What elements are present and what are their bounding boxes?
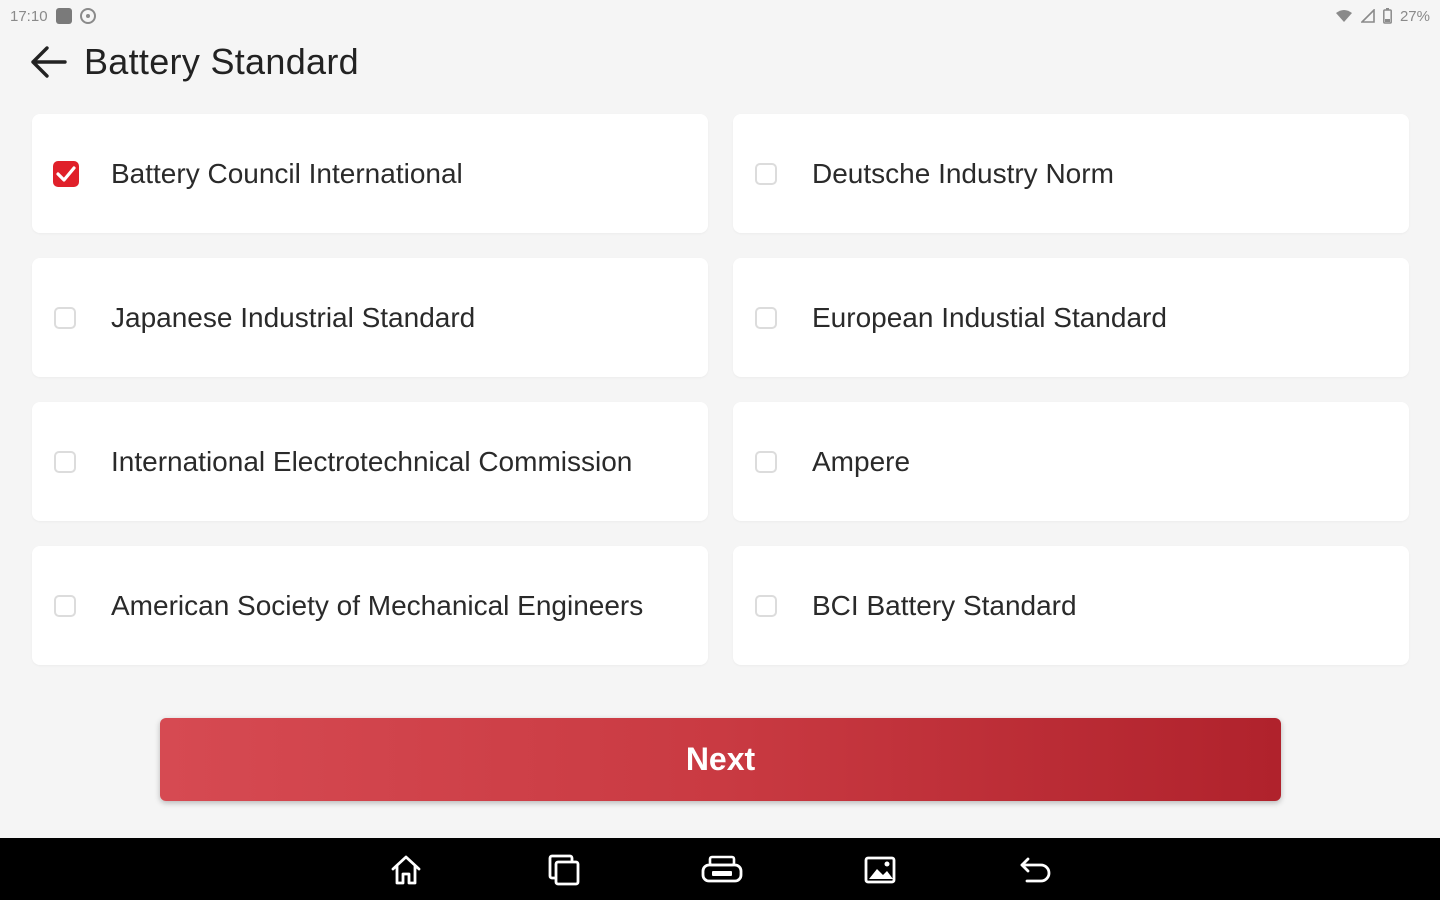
checkbox-unchecked[interactable] bbox=[54, 594, 76, 617]
status-right: 27% bbox=[1335, 8, 1430, 25]
option-card-bci-standard[interactable]: BCI Battery Standard bbox=[733, 546, 1409, 665]
checkbox-checked[interactable] bbox=[53, 160, 79, 187]
options-grid: Battery Council International Deutsche I… bbox=[32, 114, 1409, 665]
option-label: Ampere bbox=[812, 445, 911, 477]
option-card-iec[interactable]: International Electrotechnical Commissio… bbox=[32, 402, 708, 521]
notification-square-icon bbox=[55, 8, 72, 24]
wifi-icon bbox=[1335, 9, 1353, 23]
settings-circle-icon bbox=[79, 8, 96, 24]
home-icon[interactable] bbox=[388, 852, 424, 888]
option-label: International Electrotechnical Commissio… bbox=[111, 445, 633, 477]
signal-icon bbox=[1360, 9, 1375, 23]
battery-icon bbox=[1383, 8, 1392, 24]
header: Battery Standard bbox=[28, 38, 359, 86]
status-left: 17:10 bbox=[10, 8, 96, 25]
option-label: Deutsche Industry Norm bbox=[812, 157, 1114, 189]
arrow-left-icon bbox=[31, 46, 67, 78]
status-time: 17:10 bbox=[10, 7, 48, 25]
option-label: European Industial Standard bbox=[812, 301, 1167, 333]
checkbox-unchecked[interactable] bbox=[54, 306, 76, 329]
option-label: American Society of Mechanical Engineers bbox=[111, 589, 644, 621]
checkbox-unchecked[interactable] bbox=[755, 162, 777, 185]
checkbox-unchecked[interactable] bbox=[755, 450, 777, 473]
battery-percent: 27% bbox=[1399, 7, 1430, 25]
page-title: Battery Standard bbox=[84, 41, 359, 82]
option-label: Japanese Industrial Standard bbox=[111, 301, 476, 333]
option-card-jis[interactable]: Japanese Industrial Standard bbox=[32, 258, 708, 377]
screen: 17:10 27% Battery Standard Battery Counc… bbox=[0, 0, 1440, 900]
checkbox-unchecked[interactable] bbox=[755, 306, 777, 329]
option-label: Battery Council International bbox=[111, 157, 463, 189]
checkmark-icon bbox=[56, 165, 76, 182]
option-card-en[interactable]: European Industial Standard bbox=[733, 258, 1409, 377]
option-label: BCI Battery Standard bbox=[812, 589, 1077, 621]
option-card-din[interactable]: Deutsche Industry Norm bbox=[733, 114, 1409, 233]
checkbox-unchecked[interactable] bbox=[755, 594, 777, 617]
recent-apps-icon[interactable] bbox=[546, 852, 582, 888]
checkbox-unchecked[interactable] bbox=[54, 450, 76, 473]
back-icon[interactable] bbox=[1018, 852, 1054, 888]
next-button[interactable]: Next bbox=[160, 718, 1281, 801]
option-card-bci[interactable]: Battery Council International bbox=[32, 114, 708, 233]
status-bar: 17:10 27% bbox=[0, 0, 1440, 32]
option-card-asme[interactable]: American Society of Mechanical Engineers bbox=[32, 546, 708, 665]
back-button[interactable] bbox=[28, 42, 68, 82]
vci-icon[interactable] bbox=[700, 852, 744, 888]
nav-bar bbox=[0, 838, 1440, 900]
gallery-icon[interactable] bbox=[862, 852, 898, 888]
option-card-ampere[interactable]: Ampere bbox=[733, 402, 1409, 521]
